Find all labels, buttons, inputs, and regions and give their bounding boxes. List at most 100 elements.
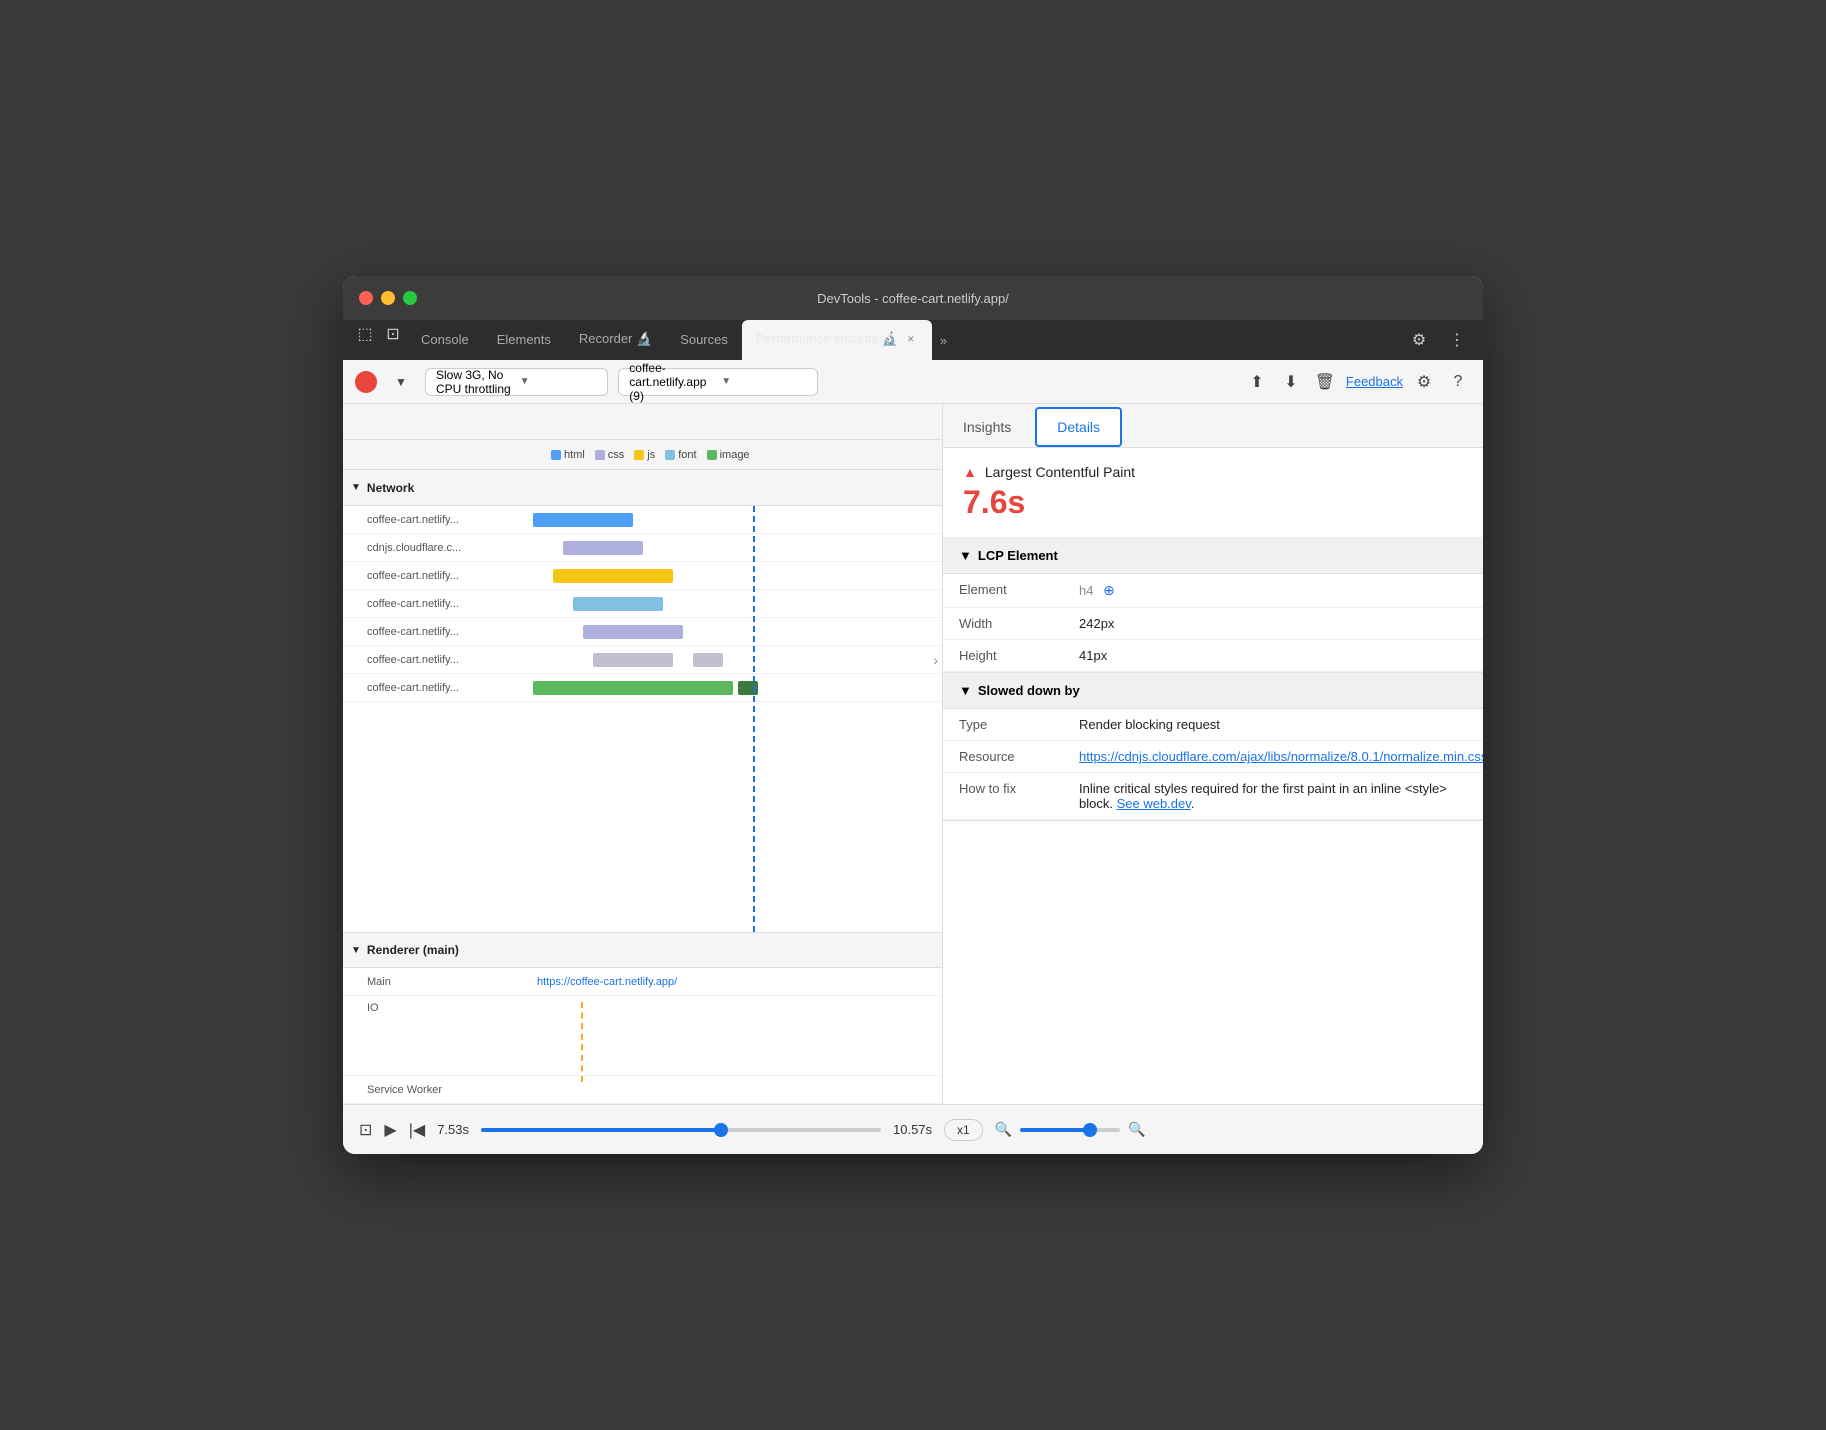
more-options-icon[interactable]: ⋮ — [1443, 326, 1471, 354]
tab-recorder[interactable]: Recorder 🔬 — [565, 320, 666, 360]
devtools-window: DevTools - coffee-cart.netlify.app/ ⬚ ⊡ … — [343, 276, 1483, 1154]
network-row-5-label: coffee-cart.netlify... — [343, 626, 533, 638]
skip-to-start-icon[interactable]: |◀ — [409, 1120, 425, 1140]
slider-track[interactable] — [481, 1128, 881, 1132]
left-panel: 7,200ms 8,000m ▲ LCP — [343, 404, 943, 1104]
slowed-section-header[interactable]: ▼ Slowed down by — [943, 673, 1483, 709]
settings-gear-icon[interactable]: ⚙ — [1411, 369, 1437, 395]
slider-thumb[interactable] — [714, 1123, 728, 1137]
network-row-6-label: coffee-cart.netlify... — [343, 654, 533, 666]
import-button[interactable]: ⬆ — [1244, 369, 1270, 395]
minimize-button[interactable] — [381, 291, 395, 305]
network-row-3-label: coffee-cart.netlify... — [343, 570, 533, 582]
tab-close-icon[interactable]: ✕ — [904, 332, 918, 346]
renderer-main-link[interactable]: https://coffee-cart.netlify.app/ — [533, 976, 942, 988]
main-content: 7,200ms 8,000m ▲ LCP — [343, 404, 1483, 1104]
delete-button[interactable]: 🗑 — [1312, 369, 1338, 395]
traffic-lights — [359, 291, 417, 305]
right-panel: Insights Details ▲ Largest Contentful Pa… — [943, 404, 1483, 1104]
time-start: 7.53s — [437, 1122, 469, 1137]
network-rows-container: coffee-cart.netlify... cdnjs.cloudflare.… — [343, 506, 942, 932]
playback-slider[interactable] — [481, 1128, 881, 1132]
bar-segment — [553, 569, 673, 583]
record-arrow-icon[interactable]: ▼ — [387, 368, 415, 396]
feedback-link[interactable]: Feedback — [1346, 374, 1403, 389]
renderer-row-main: Main https://coffee-cart.netlify.app/ — [343, 968, 942, 996]
chevron-right-icon[interactable]: › — [933, 652, 938, 668]
lcp-value: 7.6s — [963, 484, 1463, 521]
resource-link[interactable]: https://cdnjs.cloudflare.com/ajax/libs/n… — [1079, 749, 1483, 764]
bar-segment — [593, 653, 673, 667]
tab-sources[interactable]: Sources — [666, 320, 742, 360]
h4-tag: h4 — [1079, 583, 1093, 598]
network-row-7-bar — [533, 674, 942, 701]
export-button[interactable]: ⬇ — [1278, 369, 1304, 395]
lcp-warning-icon: ▲ — [963, 464, 977, 480]
network-row-2: cdnjs.cloudflare.c... — [343, 534, 942, 562]
type-row: Type Render blocking request — [943, 709, 1483, 741]
network-row-1-bar — [533, 506, 942, 533]
tab-insights[interactable]: Insights — [943, 409, 1031, 447]
cursor-icon[interactable]: ⬚ — [351, 320, 379, 348]
network-row-3: coffee-cart.netlify... — [343, 562, 942, 590]
lcp-element-section-header[interactable]: ▼ LCP Element — [943, 538, 1483, 574]
record-button[interactable] — [355, 371, 377, 393]
screenshot-icon[interactable]: ⊡ — [359, 1120, 372, 1140]
bottom-bar: ⊡ ▶ |◀ 7.53s 10.57s x1 🔍 🔍 — [343, 1104, 1483, 1154]
bar-segment — [693, 653, 723, 667]
maximize-button[interactable] — [403, 291, 417, 305]
network-section-header[interactable]: ▼ Network — [343, 470, 942, 506]
play-icon[interactable]: ▶ — [384, 1120, 396, 1140]
network-row-5-bar — [533, 618, 942, 645]
height-value: 41px — [1079, 648, 1467, 663]
inspect-icon[interactable]: ⊡ — [379, 320, 407, 348]
zoom-slider-track[interactable] — [1020, 1128, 1120, 1132]
renderer-sw-label: Service Worker — [343, 1084, 533, 1096]
tab-elements[interactable]: Elements — [483, 320, 565, 360]
how-to-fix-row: How to fix Inline critical styles requir… — [943, 773, 1483, 820]
zoom-in-icon[interactable]: 🔍 — [1128, 1121, 1145, 1138]
bar-segment — [533, 513, 633, 527]
zoom-container: 🔍 🔍 — [995, 1121, 1146, 1138]
tab-overflow-button[interactable]: » — [932, 320, 955, 360]
bar-segment — [573, 597, 663, 611]
network-row-2-label: cdnjs.cloudflare.c... — [343, 542, 533, 554]
close-button[interactable] — [359, 291, 373, 305]
lcp-insight: ▲ Largest Contentful Paint 7.6s — [943, 448, 1483, 538]
target-dropdown[interactable]: coffee-cart.netlify.app (9) ▼ — [618, 368, 818, 396]
inspect-element-icon[interactable]: ⊕ — [1103, 582, 1115, 598]
tabs-bar-right: ⚙ ⋮ — [1405, 320, 1475, 360]
help-icon[interactable]: ? — [1445, 369, 1471, 395]
toolbar-right: ⬆ ⬇ 🗑 Feedback ⚙ ? — [1244, 369, 1471, 395]
timeline-header: 7,200ms 8,000m ▲ LCP — [343, 404, 942, 440]
width-row: Width 242px — [943, 608, 1483, 640]
tab-performance-insights[interactable]: Performance insights 🔬 ✕ — [742, 320, 932, 360]
network-row-5: coffee-cart.netlify... — [343, 618, 942, 646]
network-row-6: coffee-cart.netlify... › — [343, 646, 942, 674]
network-row-1: coffee-cart.netlify... — [343, 506, 942, 534]
legend-css: css — [595, 449, 625, 461]
settings-icon[interactable]: ⚙ — [1405, 326, 1433, 354]
panel-content: ▲ Largest Contentful Paint 7.6s ▼ LCP El… — [943, 448, 1483, 1104]
renderer-triangle-icon: ▼ — [351, 945, 361, 956]
speed-badge[interactable]: x1 — [944, 1119, 983, 1141]
zoom-slider-thumb[interactable] — [1083, 1123, 1097, 1137]
network-throttle-dropdown[interactable]: Slow 3G, No CPU throttling ▼ — [425, 368, 608, 396]
legend-font: font — [665, 449, 696, 461]
tab-console[interactable]: Console — [407, 320, 483, 360]
panel-tabs: Insights Details — [943, 404, 1483, 448]
legend-font-color — [665, 450, 675, 460]
element-row: Element h4 ⊕ — [943, 574, 1483, 608]
tabs-bar: ⬚ ⊡ Console Elements Recorder 🔬 Sources … — [343, 320, 1483, 360]
network-triangle-icon: ▼ — [351, 482, 361, 493]
height-row: Height 41px — [943, 640, 1483, 672]
legend-js-color — [634, 450, 644, 460]
see-web-dev-link[interactable]: See web.dev — [1117, 796, 1191, 811]
bar-segment — [533, 681, 733, 695]
renderer-section-header[interactable]: ▼ Renderer (main) — [343, 932, 942, 968]
tab-details[interactable]: Details — [1035, 407, 1122, 447]
bar-segment — [738, 681, 758, 695]
legend-html-color — [551, 450, 561, 460]
time-end: 10.57s — [893, 1122, 932, 1137]
zoom-out-icon[interactable]: 🔍 — [995, 1121, 1012, 1138]
